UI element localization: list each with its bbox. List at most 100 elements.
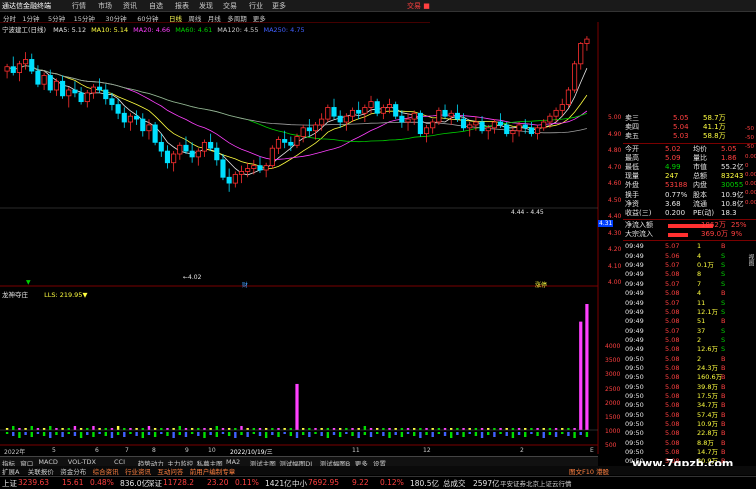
indicator-bar <box>308 428 311 430</box>
quote-label: 最高 <box>625 153 639 162</box>
indicator-bar <box>271 428 274 430</box>
indicator-bar <box>141 432 144 438</box>
candle-body <box>84 92 90 103</box>
indicator-bar <box>147 426 151 430</box>
quote-value: 18.3 <box>721 208 737 217</box>
candle-body <box>460 118 467 129</box>
index-value: 3239.63 <box>18 478 50 487</box>
index-name[interactable]: 上证 <box>2 478 17 489</box>
candle-body <box>306 127 312 132</box>
candle-body <box>109 98 115 105</box>
indicator-bar <box>234 432 237 438</box>
indicator-bar <box>160 432 163 434</box>
link-tab-0[interactable]: 扩展A <box>2 466 19 476</box>
total-amount: 2597亿 <box>473 479 500 488</box>
quote-row: 最高 5.09 量比 1.86 <box>623 154 756 163</box>
indicator-bar <box>499 432 502 434</box>
link-tab-5[interactable]: 互动问答 <box>157 466 183 476</box>
indicator-bar <box>499 428 502 430</box>
trade-menu[interactable]: 交易 ■ <box>407 1 430 11</box>
tick-time: 09:50 <box>625 363 644 372</box>
price-tick: 4.20 <box>608 246 622 253</box>
candle-body <box>294 136 300 146</box>
quote-value: 83243 <box>721 172 744 181</box>
indicator-bar <box>209 432 212 435</box>
menu-item-8[interactable]: 更多 <box>272 1 286 11</box>
candle-body <box>553 109 559 117</box>
tick-side: S <box>721 261 726 270</box>
indicator-bar <box>320 428 323 430</box>
menu-item-5[interactable]: 发现 <box>199 1 213 11</box>
link-tab-6[interactable]: 前用户编制专章 <box>190 466 236 476</box>
tick-side: B <box>721 391 726 400</box>
link-tab-2[interactable]: 资金分布 <box>60 466 86 476</box>
quote-label: 量比 <box>693 153 707 162</box>
tick-volume: 51 <box>697 317 706 326</box>
index-name[interactable]: 中小 <box>292 478 307 489</box>
indicator-tab-3[interactable]: VOL-TDX <box>68 458 96 466</box>
menu-item-3[interactable]: 自选 <box>149 1 163 11</box>
tick-volume: 2 <box>697 354 702 363</box>
link-tab-3[interactable]: 综合资讯 <box>93 466 119 476</box>
indicator-bar <box>400 432 404 437</box>
indicator-bar <box>123 428 126 430</box>
candle-body <box>399 115 405 123</box>
menu-item-4[interactable]: 报表 <box>175 1 189 11</box>
indicator-bar <box>480 428 484 430</box>
indicator-bar <box>474 432 478 436</box>
indicator-bar <box>406 432 410 434</box>
indicator-bar <box>227 432 231 436</box>
quote-value: 0.200 <box>665 208 686 217</box>
candle-body <box>467 124 473 129</box>
candle-body <box>263 165 269 171</box>
indicator-bar <box>42 432 46 436</box>
candle-body <box>4 66 10 72</box>
indicator-bar <box>585 432 589 437</box>
indicator-bar <box>443 432 447 436</box>
indicator-bar <box>79 432 83 438</box>
kline-chart[interactable] <box>0 22 600 454</box>
indicator-bar <box>289 432 293 436</box>
date-tick: 7 <box>125 447 129 454</box>
quote-label: 总额 <box>693 172 707 181</box>
index-name[interactable]: 深证 <box>147 478 162 489</box>
candle-body <box>35 70 41 85</box>
tick-time: 09:50 <box>625 354 644 363</box>
tick-price: 5.07 <box>665 279 680 288</box>
order-price: 5.03 <box>673 132 689 141</box>
f10-link[interactable]: 图文F10 港股 <box>569 466 609 476</box>
indicator-bar <box>450 428 453 430</box>
indicator-tab-8[interactable]: MA2 <box>226 458 240 466</box>
indicator-bar <box>203 432 206 438</box>
date-tick: 2022年 <box>4 449 26 456</box>
tick-volume: 8 <box>697 270 702 279</box>
menu-item-2[interactable]: 资讯 <box>123 1 137 11</box>
tick-volume: 7 <box>697 279 702 288</box>
tick-time: 09:50 <box>625 382 644 391</box>
right-edge-values: -50 -50 -50 0.00% 0 0.00 0.00 0.00 0.00 <box>745 125 756 208</box>
order-book-row: 卖三 5.05 58.7万 <box>623 114 756 123</box>
indicator-bar <box>67 428 70 430</box>
edge-value: -50 <box>745 135 754 142</box>
menu-item-6[interactable]: 交易 <box>223 1 237 11</box>
indicator-bar <box>172 428 175 430</box>
candle-body <box>158 141 164 152</box>
link-tab-4[interactable]: 行业资讯 <box>125 466 151 476</box>
menu-item-0[interactable]: 行情 <box>72 1 86 11</box>
quote-value: 10.8亿 <box>721 199 744 208</box>
link-tab-1[interactable]: 关联报价 <box>28 466 54 476</box>
candle-body <box>368 101 374 108</box>
indicator-tick: 1500 <box>605 414 621 421</box>
indicator-bar <box>153 432 157 437</box>
menu-item-7[interactable]: 行业 <box>249 1 263 11</box>
tick-volume: 39.8万 <box>697 382 718 391</box>
indicator-tab-4[interactable]: CCI <box>114 458 125 466</box>
tick-time: 09:49 <box>625 270 644 279</box>
indicator-tab-2[interactable]: MACD <box>38 458 57 466</box>
flow-pct: 9% <box>731 230 743 239</box>
side-tab[interactable]: 视图 <box>745 254 755 266</box>
menu-item-1[interactable]: 市场 <box>98 1 112 11</box>
quote-value: 30055 <box>721 181 744 190</box>
candle-body <box>189 150 195 158</box>
quote-label: 内盘 <box>693 181 707 190</box>
